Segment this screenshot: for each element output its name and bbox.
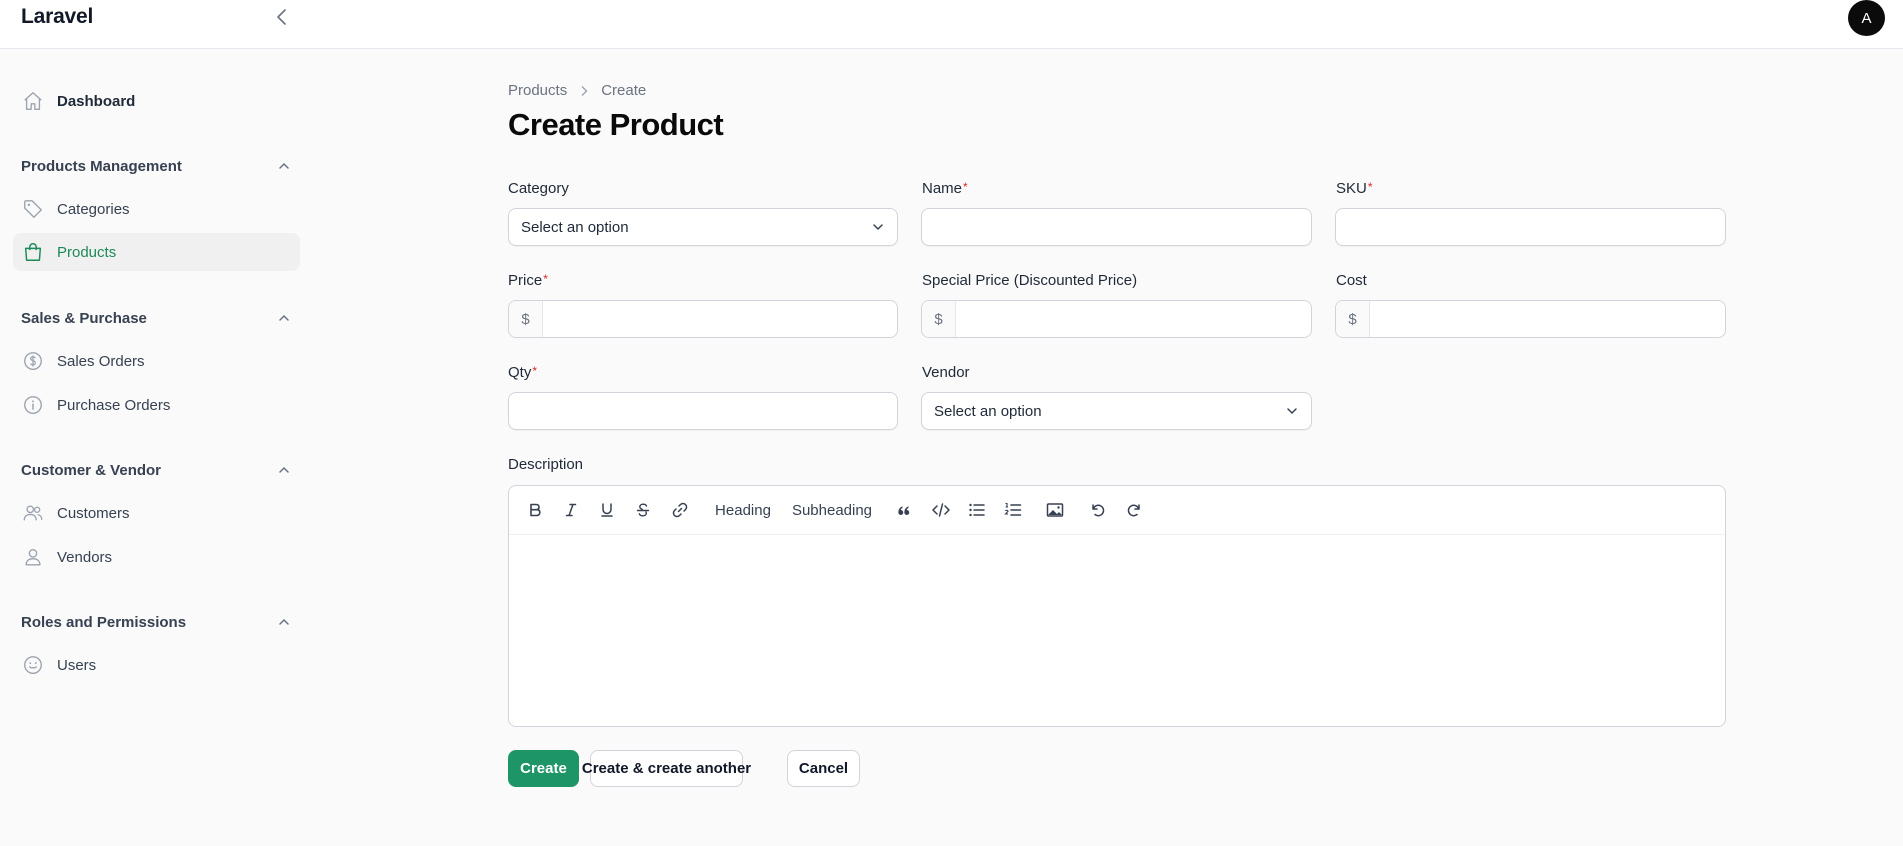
sidebar-group-label: Products Management xyxy=(21,157,182,175)
bold-icon[interactable] xyxy=(523,498,547,522)
create-button[interactable]: Create xyxy=(508,750,579,787)
cancel-button[interactable]: Cancel xyxy=(787,750,860,787)
breadcrumb: Products Create xyxy=(508,82,646,99)
sidebar-item-label: Sales Orders xyxy=(57,352,145,370)
users-icon xyxy=(22,502,44,524)
sku-label: SKU* xyxy=(1336,180,1373,197)
collapse-sidebar-button[interactable] xyxy=(270,5,294,29)
description-editor[interactable]: Heading Subheading xyxy=(508,485,1726,727)
special-price-field[interactable] xyxy=(956,301,1311,337)
sidebar-item-dashboard[interactable]: Dashboard xyxy=(13,82,300,120)
code-icon[interactable] xyxy=(928,498,954,522)
sidebar-item-label: Categories xyxy=(57,200,130,218)
ordered-list-icon[interactable] xyxy=(1001,498,1025,522)
category-select-value: Select an option xyxy=(521,218,629,236)
undo-icon[interactable] xyxy=(1086,498,1110,522)
heading-button[interactable]: Heading xyxy=(714,498,772,522)
breadcrumb-products[interactable]: Products xyxy=(508,82,567,99)
sidebar-item-users[interactable]: Users xyxy=(13,646,300,684)
sidebar-item-label: Customers xyxy=(57,504,130,522)
brand-logo[interactable]: Laravel xyxy=(21,5,93,29)
chevron-down-icon xyxy=(1287,408,1297,415)
italic-icon[interactable] xyxy=(559,498,583,522)
special-price-label: Special Price (Discounted Price) xyxy=(922,272,1138,289)
chevron-up-icon xyxy=(279,314,289,321)
description-label: Description xyxy=(508,456,584,473)
create-another-button[interactable]: Create & create another xyxy=(582,750,751,787)
sidebar-item-customers[interactable]: Customers xyxy=(13,494,300,532)
chevron-right-icon xyxy=(579,85,589,97)
sidebar-group-customer-vendor[interactable]: Customer & Vendor xyxy=(21,458,291,482)
price-input[interactable]: $ xyxy=(508,300,898,338)
sidebar-group-label: Customer & Vendor xyxy=(21,461,162,479)
sidebar-item-label: Purchase Orders xyxy=(57,396,171,414)
cost-label: Cost xyxy=(1336,272,1367,289)
sidebar-item-label: Dashboard xyxy=(57,92,136,110)
chevron-up-icon xyxy=(279,466,289,473)
redo-icon[interactable] xyxy=(1122,498,1146,522)
price-field[interactable] xyxy=(543,301,897,337)
price-prefix: $ xyxy=(509,301,543,337)
cost-input[interactable]: $ xyxy=(1335,300,1726,338)
sidebar-item-categories[interactable]: Categories xyxy=(13,190,300,228)
sidebar-item-label: Vendors xyxy=(57,548,113,566)
chevron-up-icon xyxy=(279,162,289,169)
sidebar-group-roles-permissions[interactable]: Roles and Permissions xyxy=(21,610,291,634)
cost-field[interactable] xyxy=(1370,301,1725,337)
page-title: Create Product xyxy=(508,107,724,142)
underline-icon[interactable] xyxy=(595,498,619,522)
required-mark: * xyxy=(532,364,538,378)
strikethrough-icon[interactable] xyxy=(631,498,655,522)
link-icon[interactable] xyxy=(667,498,693,522)
sidebar-item-vendors[interactable]: Vendors xyxy=(13,538,300,576)
vendor-label: Vendor xyxy=(922,364,970,381)
required-mark: * xyxy=(543,272,548,286)
editor-content-area[interactable] xyxy=(509,535,1725,726)
tag-icon xyxy=(22,198,44,220)
sidebar-item-products[interactable]: Products xyxy=(13,233,300,271)
sidebar-group-products-management[interactable]: Products Management xyxy=(21,154,291,178)
category-label: Category xyxy=(508,180,569,197)
user-icon xyxy=(22,546,44,568)
chevron-down-icon xyxy=(873,224,883,231)
face-smile-icon xyxy=(22,654,44,676)
vendor-select-value: Select an option xyxy=(934,402,1042,420)
name-label: Name* xyxy=(922,180,968,197)
vendor-select[interactable]: Select an option xyxy=(921,392,1312,430)
qty-input[interactable] xyxy=(508,392,898,430)
price-label: Price* xyxy=(508,272,548,289)
sidebar-item-sales-orders[interactable]: Sales Orders xyxy=(13,342,300,380)
user-avatar[interactable]: A xyxy=(1848,0,1885,36)
bullet-list-icon[interactable] xyxy=(965,498,989,522)
sidebar-item-purchase-orders[interactable]: Purchase Orders xyxy=(13,386,300,424)
category-select[interactable]: Select an option xyxy=(508,208,898,246)
chevron-up-icon xyxy=(279,618,289,625)
image-icon[interactable] xyxy=(1043,498,1067,522)
required-mark: * xyxy=(963,180,968,194)
chevron-left-icon xyxy=(277,9,286,25)
qty-label: Qty* xyxy=(508,364,538,381)
sidebar-group-sales-purchase[interactable]: Sales & Purchase xyxy=(21,306,291,330)
quote-icon[interactable] xyxy=(892,498,916,522)
sidebar: Dashboard Products Management Categories… xyxy=(0,49,310,846)
shopping-bag-icon xyxy=(22,241,44,263)
special-price-prefix: $ xyxy=(922,301,956,337)
sidebar-item-label: Products xyxy=(57,243,117,261)
sidebar-group-label: Sales & Purchase xyxy=(21,309,147,327)
editor-toolbar: Heading Subheading xyxy=(509,486,1725,535)
special-price-input[interactable]: $ xyxy=(921,300,1312,338)
breadcrumb-create: Create xyxy=(601,82,647,99)
top-bar: Laravel A xyxy=(0,0,1903,49)
information-circle-icon xyxy=(22,394,44,416)
sidebar-group-label: Roles and Permissions xyxy=(21,613,187,631)
name-input[interactable] xyxy=(921,208,1312,246)
sidebar-item-label: Users xyxy=(57,656,97,674)
required-mark: * xyxy=(1367,180,1373,194)
cost-prefix: $ xyxy=(1336,301,1370,337)
home-icon xyxy=(22,90,44,112)
subheading-button[interactable]: Subheading xyxy=(790,498,874,522)
currency-dollar-icon xyxy=(22,350,44,372)
sku-input[interactable] xyxy=(1335,208,1726,246)
